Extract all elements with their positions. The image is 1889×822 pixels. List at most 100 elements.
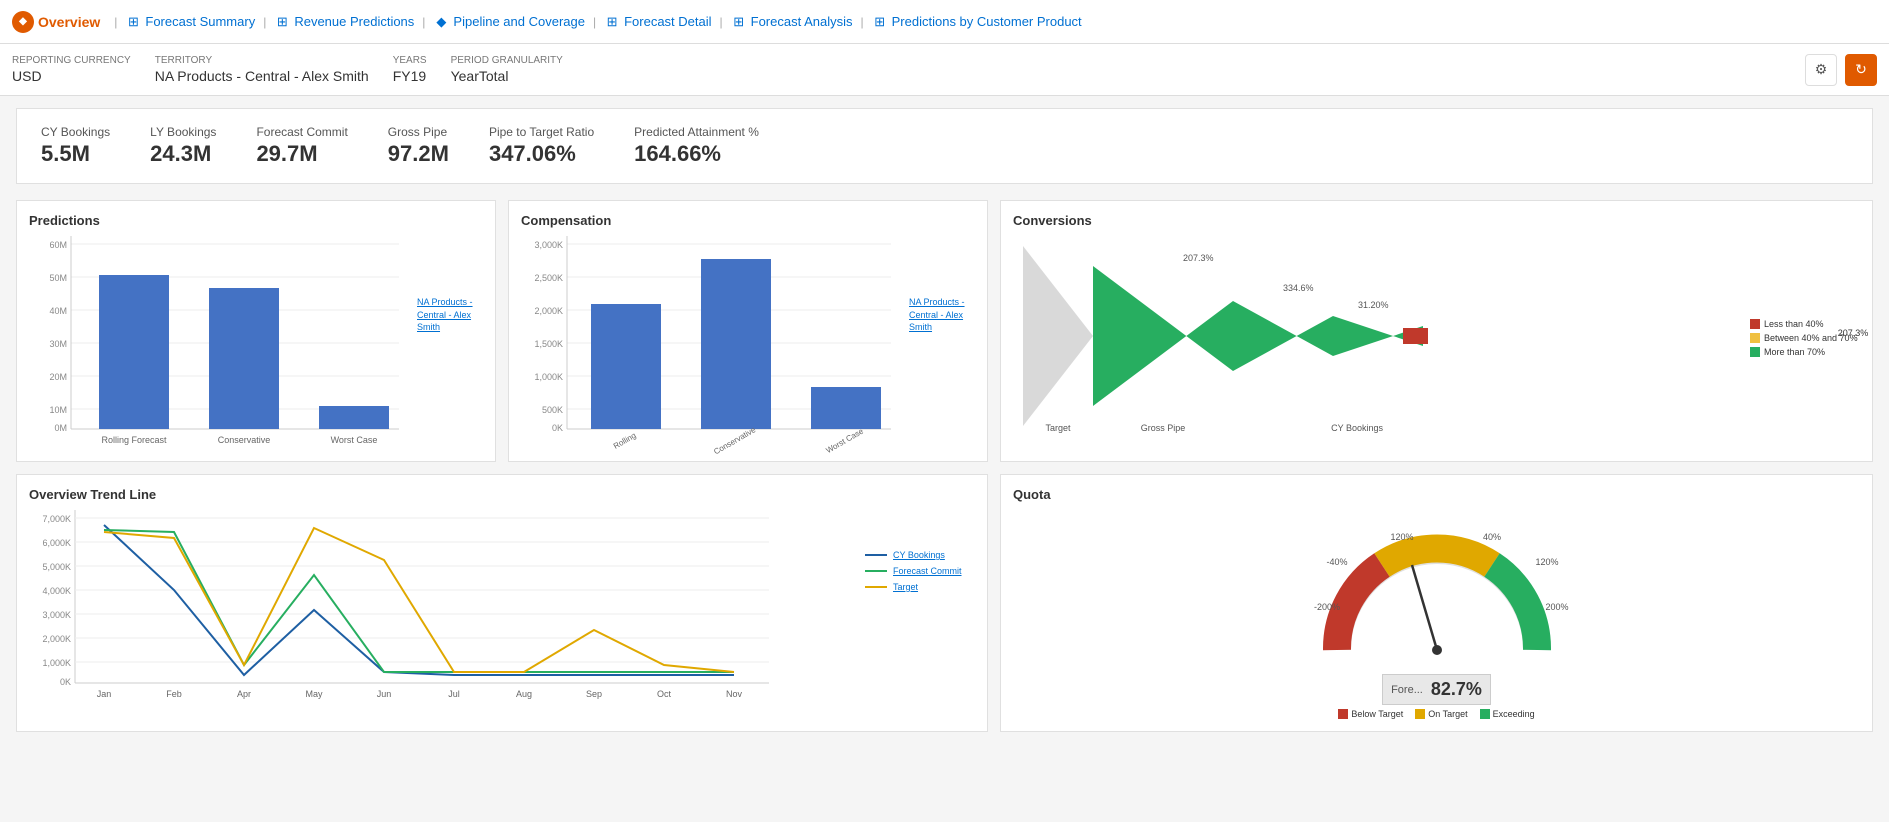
nav-item-forecast-analysis[interactable]: ⊞ Forecast Analysis <box>729 14 855 30</box>
funnel-legend-between-box <box>1750 333 1760 343</box>
bar-conservative-comp[interactable] <box>701 259 771 429</box>
gauge-exceeding-box <box>1480 709 1490 719</box>
filter-years[interactable]: Years FY19 <box>393 55 427 84</box>
trend-legend-target-label[interactable]: Target <box>893 582 918 592</box>
trend-legend-target-line <box>865 586 887 588</box>
gauge-legend-on: On Target <box>1415 709 1467 719</box>
nav-sep-3: | <box>422 15 425 29</box>
nav-item-forecast-summary[interactable]: ⊞ Forecast Summary <box>123 14 257 30</box>
svg-text:10M: 10M <box>49 405 67 415</box>
nav-item-revenue-predictions[interactable]: ⊞ Revenue Predictions <box>272 14 416 30</box>
bar-rolling-forecast[interactable] <box>99 275 169 429</box>
svg-text:0M: 0M <box>54 423 67 433</box>
kpi-predicted-attainment-label: Predicted Attainment % <box>634 125 759 139</box>
svg-text:Sep: Sep <box>586 689 602 699</box>
funnel-legend-less40: Less than 40% <box>1750 319 1860 329</box>
gauge-wrapper: -200% -40% 40% 120% 200% 120% Fore... 82… <box>1013 510 1860 719</box>
nav-icon-4: ⊞ <box>604 14 620 30</box>
filter-currency-label: Reporting Currency <box>12 55 131 66</box>
gauge-svg: -200% -40% 40% 120% 200% 120% <box>1307 510 1567 670</box>
trend-legend-forecast-label[interactable]: Forecast Commit <box>893 566 962 576</box>
svg-text:40M: 40M <box>49 306 67 316</box>
svg-text:60M: 60M <box>49 240 67 250</box>
predictions-legend-label[interactable]: NA Products - Central - Alex Smith <box>417 296 483 334</box>
svg-text:Feb: Feb <box>166 689 182 699</box>
nav-item-pipeline[interactable]: ◆ Pipeline and Coverage <box>431 14 587 30</box>
svg-text:Rolling: Rolling <box>612 431 638 451</box>
filter-years-label: Years <box>393 55 427 66</box>
filter-currency[interactable]: Reporting Currency USD <box>12 55 131 84</box>
nav-item-forecast-detail[interactable]: ⊞ Forecast Detail <box>602 14 713 30</box>
filter-period[interactable]: Period Granularity YearTotal <box>451 55 563 84</box>
bar-rolling-comp[interactable] <box>591 304 661 429</box>
svg-text:1,000K: 1,000K <box>42 658 71 668</box>
kpi-forecast-commit-value: 29.7M <box>256 141 347 167</box>
nav-icon-3: ◆ <box>433 14 449 30</box>
svg-text:Conservative: Conservative <box>712 425 757 456</box>
kpi-pipe-target: Pipe to Target Ratio 347.06% <box>489 125 594 167</box>
svg-text:0K: 0K <box>552 423 563 433</box>
funnel-legend-between: Between 40% and 70% <box>1750 333 1860 343</box>
gauge-legend-exceeding: Exceeding <box>1480 709 1535 719</box>
filter-period-label: Period Granularity <box>451 55 563 66</box>
bar-worst-comp[interactable] <box>811 387 881 429</box>
svg-text:1,000K: 1,000K <box>534 372 563 382</box>
svg-text:6,000K: 6,000K <box>42 538 71 548</box>
trend-legend-cy-label[interactable]: CY Bookings <box>893 550 945 560</box>
trend-chart-title: Overview Trend Line <box>29 487 975 502</box>
refresh-button[interactable]: ↻ <box>1845 54 1877 86</box>
settings-button[interactable]: ⚙ <box>1805 54 1837 86</box>
svg-text:30M: 30M <box>49 339 67 349</box>
svg-text:2,000K: 2,000K <box>534 306 563 316</box>
svg-text:-200%: -200% <box>1313 602 1339 612</box>
svg-text:2,000K: 2,000K <box>42 634 71 644</box>
nav-sep-2: | <box>263 15 266 29</box>
compensation-svg: 3,000K 2,500K 2,000K 1,500K 1,000K 500K … <box>521 236 901 446</box>
svg-text:20M: 20M <box>49 372 67 382</box>
svg-text:Target: Target <box>1045 423 1071 433</box>
svg-text:Jan: Jan <box>97 689 112 699</box>
svg-text:Worst Case: Worst Case <box>824 426 865 455</box>
nav-icon-1: ⊞ <box>125 14 141 30</box>
filter-period-value: YearTotal <box>451 68 563 84</box>
filter-actions: ⚙ ↻ <box>1805 54 1877 86</box>
filter-territory[interactable]: Territory NA Products - Central - Alex S… <box>155 55 369 84</box>
svg-text:120%: 120% <box>1535 557 1558 567</box>
trend-legend-cy: CY Bookings <box>865 550 975 560</box>
svg-text:120%: 120% <box>1390 532 1413 542</box>
kpi-ly-bookings-value: 24.3M <box>150 141 216 167</box>
trend-legend-forecast-line <box>865 570 887 572</box>
quota-chart: Quota -200% -40% <box>1000 474 1873 732</box>
gauge-below-label: Below Target <box>1351 709 1403 719</box>
funnel-wrapper: 207.3% 334.6% 31.20% Target Gross Pipe C… <box>1013 236 1860 439</box>
nav-icon-5: ⊞ <box>731 14 747 30</box>
conversions-title: Conversions <box>1013 213 1860 228</box>
filter-territory-label: Territory <box>155 55 369 66</box>
filter-years-value: FY19 <box>393 68 427 84</box>
gauge-label: Fore... <box>1391 684 1423 696</box>
kpi-cy-bookings-value: 5.5M <box>41 141 110 167</box>
target-line <box>104 528 734 672</box>
gauge-legend: Below Target On Target Exceeding <box>1338 709 1534 719</box>
svg-text:31.20%: 31.20% <box>1358 300 1389 310</box>
trend-legend: CY Bookings Forecast Commit Target <box>865 510 975 713</box>
svg-text:0K: 0K <box>60 677 71 687</box>
nav-item-predictions-customer[interactable]: ⊞ Predictions by Customer Product <box>870 14 1084 30</box>
nav-brand[interactable]: ◆ Overview <box>12 11 100 33</box>
funnel-svg-area: 207.3% 334.6% 31.20% Target Gross Pipe C… <box>1013 236 1742 439</box>
kpi-pipe-target-value: 347.06% <box>489 141 594 167</box>
compensation-legend-label[interactable]: NA Products - Central - Alex Smith <box>909 296 975 334</box>
funnel-legend-less40-label: Less than 40% <box>1764 319 1824 329</box>
quota-chart-title: Quota <box>1013 487 1860 502</box>
bar-worst-case[interactable] <box>319 406 389 429</box>
funnel-legend-less40-box <box>1750 319 1760 329</box>
kpi-cy-bookings: CY Bookings 5.5M <box>41 125 110 167</box>
kpi-predicted-attainment-value: 164.66% <box>634 141 759 167</box>
bar-conservative[interactable] <box>209 288 279 429</box>
funnel-legend-more70-box <box>1750 347 1760 357</box>
kpi-row: CY Bookings 5.5M LY Bookings 24.3M Forec… <box>16 108 1873 184</box>
svg-text:1,500K: 1,500K <box>534 339 563 349</box>
svg-text:207.3%: 207.3% <box>1183 253 1214 263</box>
svg-text:2,500K: 2,500K <box>534 273 563 283</box>
nav-icon-6: ⊞ <box>872 14 888 30</box>
